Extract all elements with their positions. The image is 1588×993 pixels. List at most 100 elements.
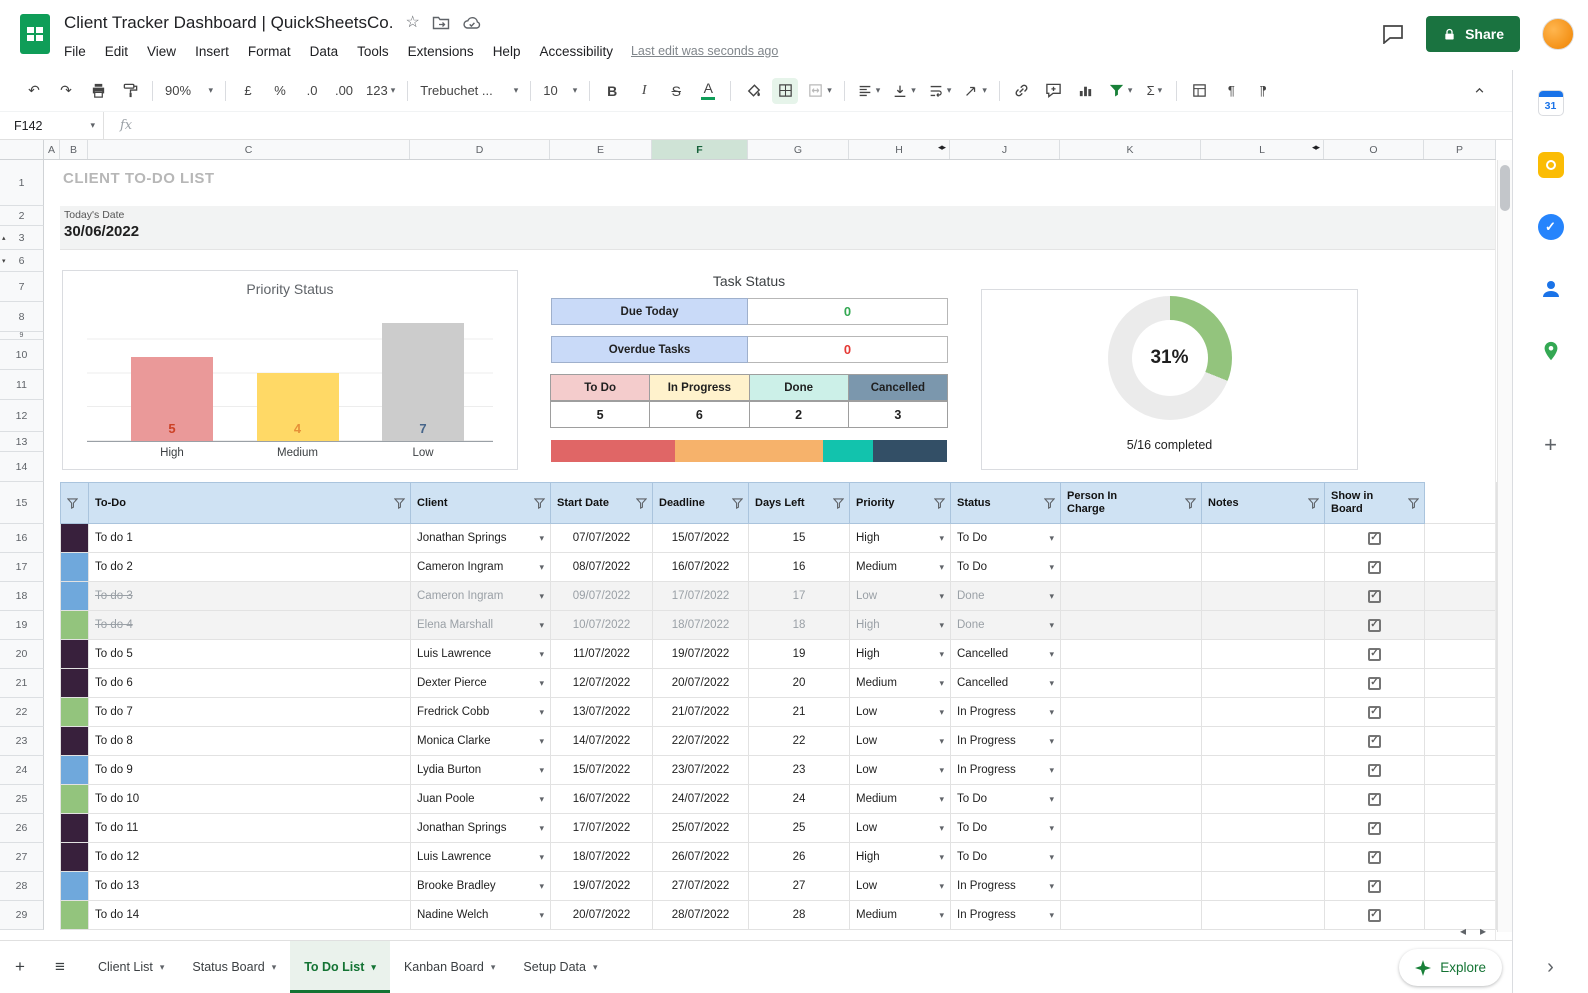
days-left-cell[interactable]: 15 bbox=[749, 524, 850, 553]
empty-cell[interactable] bbox=[1425, 785, 1497, 814]
column-header[interactable]: E bbox=[550, 140, 652, 159]
start-date-cell[interactable]: 16/07/2022 bbox=[551, 785, 653, 814]
empty-cell[interactable] bbox=[1425, 698, 1497, 727]
sheets-logo[interactable] bbox=[20, 14, 50, 54]
client-cell[interactable]: Cameron Ingram▾ bbox=[411, 553, 551, 582]
person-in-charge-cell[interactable] bbox=[1061, 843, 1202, 872]
person-in-charge-cell[interactable] bbox=[1061, 582, 1202, 611]
client-cell[interactable]: Jonathan Springs▾ bbox=[411, 524, 551, 553]
row-header[interactable]: 15 bbox=[0, 482, 44, 524]
row-color-swatch[interactable] bbox=[61, 872, 89, 901]
priority-cell[interactable]: High▾ bbox=[850, 611, 951, 640]
text-wrap-icon[interactable]: ▾ bbox=[925, 78, 955, 104]
empty-cell[interactable] bbox=[1425, 640, 1497, 669]
checked-checkbox[interactable]: ✓ bbox=[1368, 851, 1381, 864]
column-header[interactable]: K bbox=[1060, 140, 1201, 159]
notes-cell[interactable] bbox=[1202, 553, 1325, 582]
add-sheet-button[interactable]: + bbox=[0, 941, 40, 993]
show-in-board-cell[interactable]: ✓ bbox=[1325, 814, 1425, 843]
sheet-tab[interactable]: Status Board ▾ bbox=[178, 941, 290, 993]
person-in-charge-cell[interactable] bbox=[1061, 524, 1202, 553]
status-cell[interactable]: To Do▾ bbox=[951, 553, 1061, 582]
dropdown-arrow-icon[interactable]: ▾ bbox=[1049, 853, 1054, 862]
scroll-left-icon[interactable]: ◂ bbox=[1460, 924, 1466, 938]
show-in-board-cell[interactable]: ✓ bbox=[1325, 785, 1425, 814]
todo-cell[interactable]: To do 7 bbox=[89, 698, 411, 727]
person-in-charge-cell[interactable] bbox=[1061, 611, 1202, 640]
text-color-button[interactable]: A bbox=[695, 78, 721, 104]
client-cell[interactable]: Luis Lawrence▾ bbox=[411, 640, 551, 669]
status-cell[interactable]: Cancelled▾ bbox=[951, 669, 1061, 698]
header-notes[interactable]: Notes bbox=[1202, 482, 1325, 524]
show-in-board-cell[interactable]: ✓ bbox=[1325, 524, 1425, 553]
person-in-charge-cell[interactable] bbox=[1061, 727, 1202, 756]
checked-checkbox[interactable]: ✓ bbox=[1368, 909, 1381, 922]
status-cell[interactable]: Done▾ bbox=[951, 582, 1061, 611]
checked-checkbox[interactable]: ✓ bbox=[1368, 793, 1381, 806]
date-cells[interactable]: Today's Date 30/06/2022 bbox=[60, 206, 1496, 250]
checked-checkbox[interactable]: ✓ bbox=[1368, 706, 1381, 719]
header-priority[interactable]: Priority bbox=[850, 482, 951, 524]
menu-item[interactable]: Extensions bbox=[408, 44, 474, 59]
status-header-cell[interactable]: In Progress bbox=[649, 374, 749, 401]
dropdown-arrow-icon[interactable]: ▾ bbox=[939, 853, 944, 862]
row-color-swatch[interactable] bbox=[61, 524, 89, 553]
priority-cell[interactable]: Low▾ bbox=[850, 582, 951, 611]
strikethrough-button[interactable]: S bbox=[663, 78, 689, 104]
column-header[interactable]: H bbox=[849, 140, 950, 159]
priority-cell[interactable]: Medium▾ bbox=[850, 669, 951, 698]
share-button[interactable]: Share bbox=[1426, 16, 1520, 52]
star-icon[interactable]: ☆ bbox=[405, 15, 419, 31]
menu-item[interactable]: Data bbox=[310, 44, 339, 59]
person-in-charge-cell[interactable] bbox=[1061, 785, 1202, 814]
insert-comment-icon[interactable] bbox=[1041, 78, 1067, 104]
deadline-cell[interactable]: 24/07/2022 bbox=[653, 785, 749, 814]
dropdown-arrow-icon[interactable]: ▾ bbox=[939, 650, 944, 659]
functions-button[interactable]: Σ▾ bbox=[1141, 78, 1167, 104]
dropdown-arrow-icon[interactable]: ▾ bbox=[539, 534, 544, 543]
hidden-rows-marker[interactable]: ▴ bbox=[2, 234, 6, 242]
days-left-cell[interactable]: 27 bbox=[749, 872, 850, 901]
sheet-tab[interactable]: Setup Data ▾ bbox=[509, 941, 611, 993]
client-cell[interactable]: Juan Poole▾ bbox=[411, 785, 551, 814]
fill-color-icon[interactable] bbox=[740, 78, 766, 104]
empty-cell[interactable] bbox=[1425, 524, 1497, 553]
status-count-cell[interactable]: 3 bbox=[848, 401, 948, 428]
completion-donut-chart[interactable]: 31% 5/16 completed bbox=[981, 289, 1358, 470]
deadline-cell[interactable]: 25/07/2022 bbox=[653, 814, 749, 843]
todo-cell[interactable]: To do 11 bbox=[89, 814, 411, 843]
column-header[interactable]: A bbox=[44, 140, 60, 159]
row-header[interactable]: 21 bbox=[0, 669, 44, 698]
todo-cell[interactable]: To do 12 bbox=[89, 843, 411, 872]
start-date-cell[interactable]: 11/07/2022 bbox=[551, 640, 653, 669]
person-in-charge-cell[interactable] bbox=[1061, 553, 1202, 582]
checked-checkbox[interactable]: ✓ bbox=[1368, 677, 1381, 690]
dropdown-arrow-icon[interactable]: ▾ bbox=[1049, 708, 1054, 717]
formula-input[interactable] bbox=[132, 112, 1512, 139]
person-in-charge-cell[interactable] bbox=[1061, 698, 1202, 727]
empty-cell[interactable] bbox=[1425, 582, 1497, 611]
tab-menu-arrow-icon[interactable]: ▾ bbox=[593, 962, 598, 973]
todo-cell[interactable]: To do 4 bbox=[89, 611, 411, 640]
row-header[interactable]: ▴ 3 bbox=[0, 226, 44, 250]
menu-item[interactable]: Insert bbox=[195, 44, 229, 59]
show-in-board-cell[interactable]: ✓ bbox=[1325, 872, 1425, 901]
notes-cell[interactable] bbox=[1202, 524, 1325, 553]
hidden-rows-marker[interactable]: ▾ bbox=[2, 257, 6, 265]
dropdown-arrow-icon[interactable]: ▾ bbox=[539, 853, 544, 862]
row-header[interactable]: 16 bbox=[0, 524, 44, 553]
dropdown-arrow-icon[interactable]: ▾ bbox=[939, 534, 944, 543]
show-in-board-cell[interactable]: ✓ bbox=[1325, 901, 1425, 930]
vertical-scrollbar[interactable] bbox=[1497, 160, 1512, 932]
vertical-align-icon[interactable]: ▾ bbox=[889, 78, 919, 104]
start-date-cell[interactable]: 17/07/2022 bbox=[551, 814, 653, 843]
header-start-date[interactable]: Start Date bbox=[551, 482, 653, 524]
row-header[interactable]: 23 bbox=[0, 727, 44, 756]
comment-history-icon[interactable] bbox=[1382, 24, 1404, 44]
notes-cell[interactable] bbox=[1202, 756, 1325, 785]
undo-icon[interactable]: ↶ bbox=[21, 78, 47, 104]
header-swatch-column[interactable] bbox=[61, 482, 89, 524]
start-date-cell[interactable]: 20/07/2022 bbox=[551, 901, 653, 930]
client-cell[interactable]: Cameron Ingram▾ bbox=[411, 582, 551, 611]
text-direction-rtl-icon[interactable]: ¶ bbox=[1250, 78, 1276, 104]
